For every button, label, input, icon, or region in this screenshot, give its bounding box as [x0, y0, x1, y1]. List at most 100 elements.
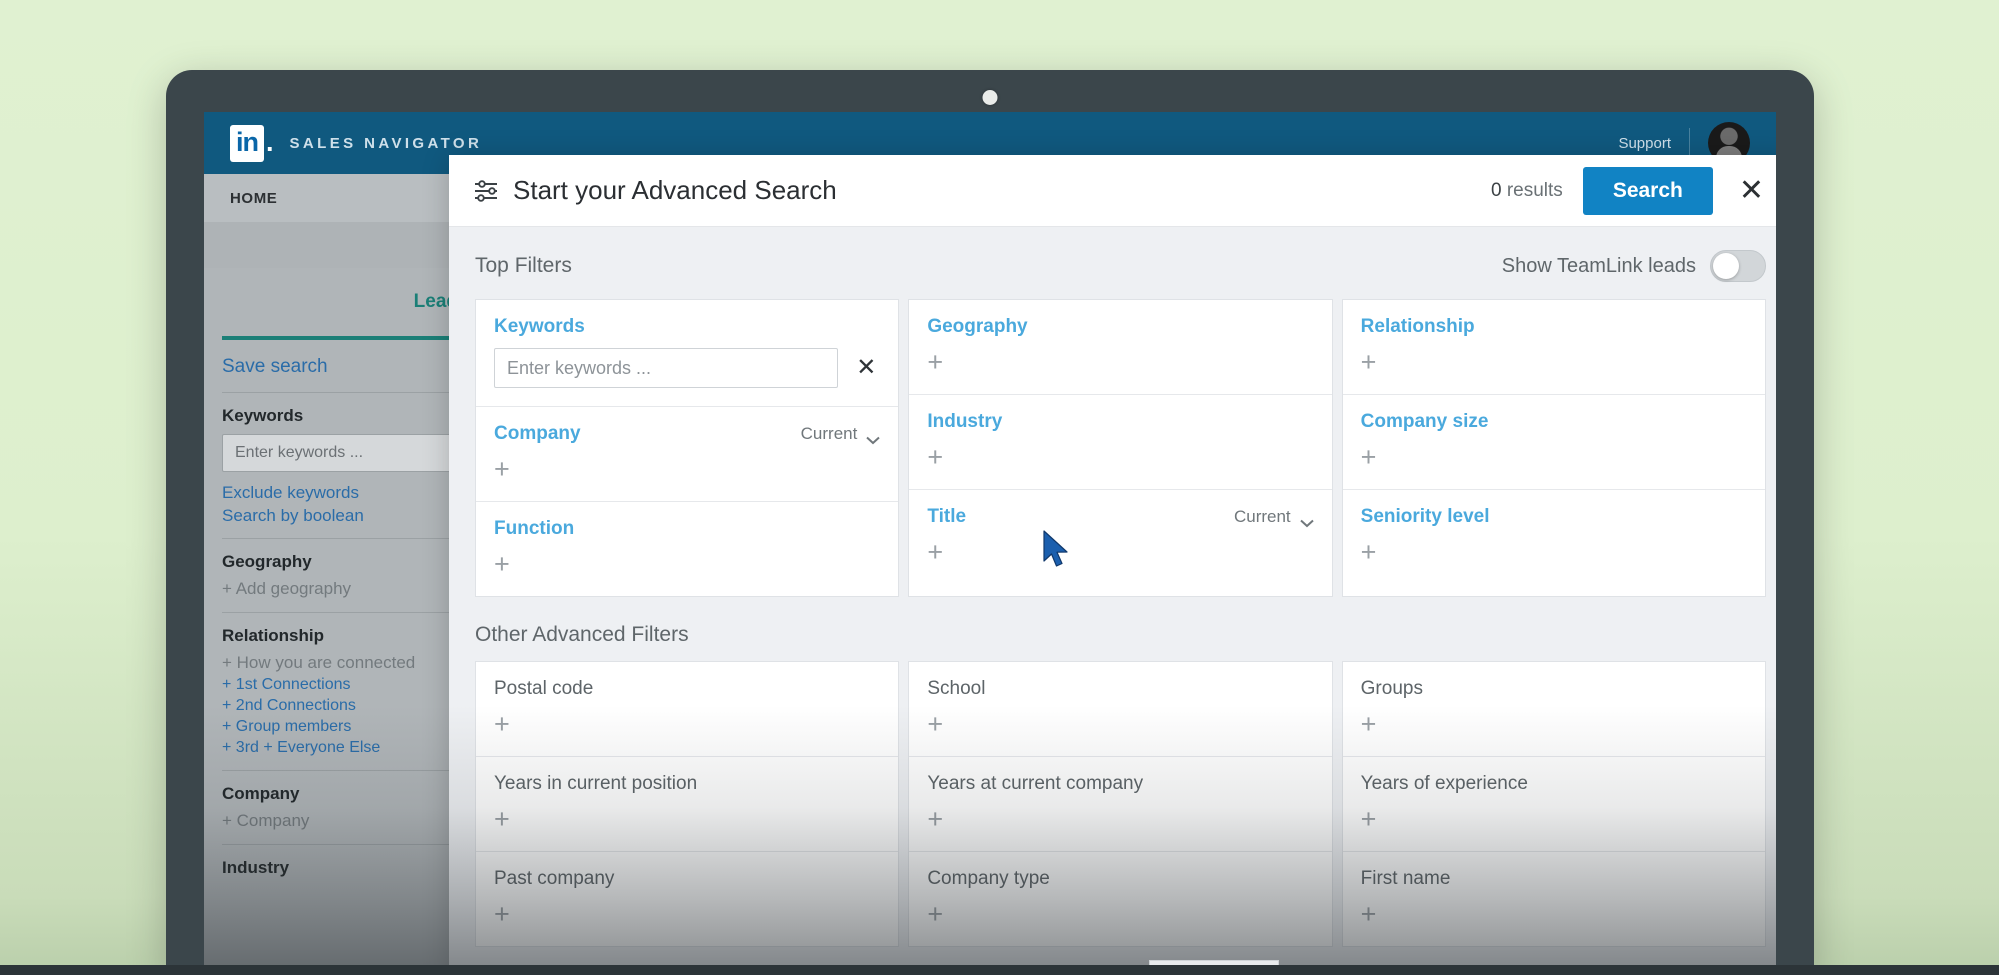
chevron-down-icon	[1300, 513, 1314, 522]
advanced-search-modal: Start your Advanced Search 0 results Sea…	[449, 155, 1776, 975]
sidebar-relationship-link[interactable]: + 3rd + Everyone Else	[222, 739, 486, 757]
add-postal-code-filter-icon[interactable]: +	[494, 711, 516, 738]
add-company-type-filter-icon[interactable]: +	[927, 901, 949, 928]
add-title-filter-icon[interactable]: +	[927, 539, 949, 566]
sidebar-boolean-search-link[interactable]: Search by boolean	[222, 505, 486, 528]
sidebar-company-add[interactable]: + Company	[222, 811, 486, 831]
teamlink-label: Show TeamLink leads	[1502, 255, 1696, 278]
filter-cell-relationship: Relationship +	[1343, 300, 1765, 395]
filter-title-first-name: First name	[1361, 868, 1451, 890]
add-seniority-filter-icon[interactable]: +	[1361, 539, 1383, 566]
sidebar-tab-lead[interactable]: Lead	[222, 268, 486, 340]
filter-title-school: School	[927, 678, 985, 700]
filter-cell-keywords: Keywords ✕	[476, 300, 898, 407]
sidebar-section-relationship: Relationship + How you are connected + 1…	[222, 613, 486, 771]
company-scope-dropdown[interactable]: Current	[801, 424, 881, 444]
add-company-filter-icon[interactable]: +	[494, 456, 516, 483]
filter-title-seniority-level: Seniority level	[1361, 506, 1490, 528]
keywords-input[interactable]	[494, 348, 838, 388]
filter-cell-company: Company Current +	[476, 407, 898, 502]
device-bottom-edge	[0, 965, 1999, 975]
modal-header: Start your Advanced Search 0 results Sea…	[449, 155, 1776, 227]
add-years-experience-filter-icon[interactable]: +	[1361, 806, 1383, 833]
sidebar-section-industry: Industry	[222, 845, 486, 895]
webcam-icon	[983, 90, 998, 105]
add-company-size-filter-icon[interactable]: +	[1361, 444, 1383, 471]
sidebar-relationship-link[interactable]: + Group members	[222, 718, 486, 736]
add-industry-filter-icon[interactable]: +	[927, 444, 949, 471]
modal-title: Start your Advanced Search	[513, 175, 837, 206]
filter-title-years-in-current-position: Years in current position	[494, 773, 697, 795]
filter-cell-first-name: First name +	[1343, 852, 1765, 946]
save-search-link[interactable]: Save search	[222, 340, 486, 393]
laptop-device: in . SALES NAVIGATOR Support HOME linked…	[166, 70, 1814, 975]
top-filters-grid: Keywords ✕ Company Current	[475, 299, 1766, 597]
filter-cell-postal-code: Postal code +	[476, 662, 898, 757]
filter-cell-industry: Industry +	[909, 395, 1331, 490]
filter-cell-years-in-current-position: Years in current position +	[476, 757, 898, 852]
sidebar-relationship-how[interactable]: + How you are connected	[222, 653, 486, 673]
other-filters-column: Postal code + Years in current position …	[475, 661, 899, 947]
top-filters-label: Top Filters	[475, 254, 572, 278]
sidebar-relationship-link[interactable]: + 1st Connections	[222, 676, 486, 694]
sidebar-section-company: Company + Company	[222, 771, 486, 845]
add-function-filter-icon[interactable]: +	[494, 551, 516, 578]
support-link[interactable]: Support	[1618, 135, 1671, 152]
filter-title-relationship: Relationship	[1361, 316, 1475, 338]
add-groups-filter-icon[interactable]: +	[1361, 711, 1383, 738]
filter-cell-groups: Groups +	[1343, 662, 1765, 757]
top-filters-column: Relationship + Company size +	[1342, 299, 1766, 597]
search-button[interactable]: Search	[1583, 167, 1713, 215]
filter-cell-school: School +	[909, 662, 1331, 757]
sidebar-geography-heading: Geography	[222, 552, 486, 572]
sidebar-section-geography: Geography + Add geography	[222, 539, 486, 613]
filter-title-years-at-current-company: Years at current company	[927, 773, 1143, 795]
company-scope-value: Current	[801, 424, 858, 444]
top-filters-column: Geography + Industry + Title	[908, 299, 1332, 597]
filter-cell-geography: Geography +	[909, 300, 1331, 395]
top-filters-header: Top Filters Show TeamLink leads	[475, 249, 1766, 283]
other-filters-column: School + Years at current company + Comp…	[908, 661, 1332, 947]
filter-title-past-company: Past company	[494, 868, 614, 890]
filter-title-company-type: Company type	[927, 868, 1050, 890]
filter-title-keywords: Keywords	[494, 316, 585, 338]
sidebar-section-keywords: Keywords Enter keywords ... Exclude keyw…	[222, 393, 486, 539]
filter-title-industry: Industry	[927, 411, 1002, 433]
modal-body: Top Filters Show TeamLink leads Keywords	[449, 227, 1776, 975]
add-years-at-company-filter-icon[interactable]: +	[927, 806, 949, 833]
sidebar-exclude-keywords-link[interactable]: Exclude keywords	[222, 482, 486, 505]
linkedin-logo-dot: .	[266, 127, 274, 158]
filter-cell-title: Title Current +	[909, 490, 1331, 584]
sidebar-geography-add[interactable]: + Add geography	[222, 579, 486, 599]
sidebar-relationship-heading: Relationship	[222, 626, 486, 646]
mouse-pointer-icon	[1042, 530, 1072, 577]
keywords-clear-icon[interactable]: ✕	[852, 356, 880, 380]
sidebar-industry-heading: Industry	[222, 858, 486, 878]
filter-title-company: Company	[494, 423, 581, 445]
close-icon[interactable]: ✕	[1733, 176, 1770, 206]
filter-title-title: Title	[927, 506, 966, 528]
filter-sliders-icon	[473, 178, 499, 204]
nav-item-home[interactable]: HOME	[230, 190, 277, 207]
filter-title-postal-code: Postal code	[494, 678, 593, 700]
sidebar-keywords-input[interactable]: Enter keywords ...	[222, 434, 486, 472]
add-years-in-position-filter-icon[interactable]: +	[494, 806, 516, 833]
filter-cell-seniority-level: Seniority level +	[1343, 490, 1765, 584]
filter-cell-company-type: Company type +	[909, 852, 1331, 946]
add-relationship-filter-icon[interactable]: +	[1361, 349, 1383, 376]
add-geography-filter-icon[interactable]: +	[927, 349, 949, 376]
results-count: 0 results	[1491, 180, 1563, 202]
laptop-screen: in . SALES NAVIGATOR Support HOME linked…	[204, 112, 1776, 975]
title-scope-dropdown[interactable]: Current	[1234, 507, 1314, 527]
add-school-filter-icon[interactable]: +	[927, 711, 949, 738]
sidebar-relationship-link[interactable]: + 2nd Connections	[222, 697, 486, 715]
teamlink-toggle[interactable]	[1710, 250, 1766, 282]
results-number: 0	[1491, 180, 1502, 201]
add-past-company-filter-icon[interactable]: +	[494, 901, 516, 928]
toggle-knob	[1713, 253, 1739, 279]
filter-cell-past-company: Past company +	[476, 852, 898, 946]
filter-cell-company-size: Company size +	[1343, 395, 1765, 490]
add-first-name-filter-icon[interactable]: +	[1361, 901, 1383, 928]
filter-title-groups: Groups	[1361, 678, 1423, 700]
filter-title-company-size: Company size	[1361, 411, 1489, 433]
